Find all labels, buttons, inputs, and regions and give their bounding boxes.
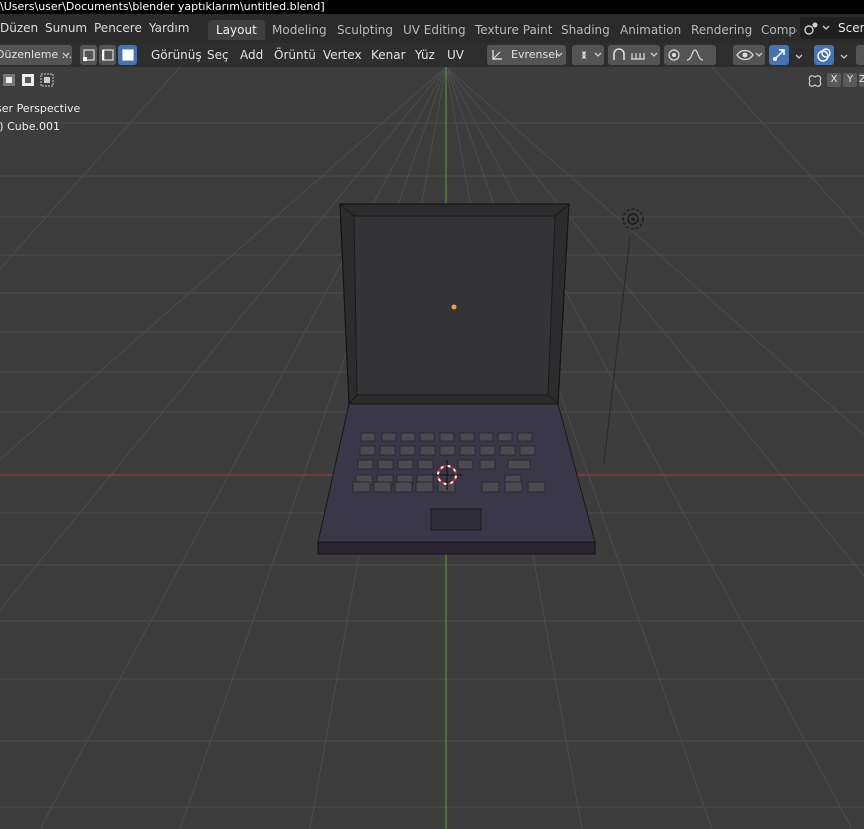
mirror-y-toggle[interactable]: Y [843, 73, 857, 87]
viewport-header: Düzenleme ... Görünüş Seç Add Örüntü Ver… [0, 43, 864, 67]
chevron-down-icon [555, 52, 563, 57]
viewport-scene [0, 67, 864, 829]
tab-shading[interactable]: Shading [553, 20, 618, 40]
proportional-edit-button[interactable] [664, 45, 716, 65]
chevron-down-icon [594, 52, 602, 57]
view-name-label: User Perspective [0, 102, 81, 115]
overlay-icon [817, 48, 831, 62]
tab-uv-editing[interactable]: UV Editing [395, 20, 474, 40]
face-select-button[interactable] [118, 45, 137, 65]
select-subtract-icon[interactable] [40, 73, 54, 87]
chevron-down-icon [822, 25, 830, 30]
menu-edit[interactable]: Düzen [0, 14, 38, 43]
select-new-icon[interactable] [2, 73, 16, 87]
gizmo-toggle-button[interactable] [769, 45, 789, 65]
pivot-point-button[interactable] [572, 45, 604, 65]
window-title-bar: \Users\user\Documents\blender yaptıkları… [0, 0, 864, 14]
visibility-icon [736, 49, 754, 61]
menu-view[interactable]: Görünüş [151, 43, 202, 67]
tab-texture-paint[interactable]: Texture Paint [467, 20, 560, 40]
gizmo-icon [773, 49, 785, 61]
3d-viewport[interactable]: User Perspective (1) Cube.001 X Y Z [0, 67, 864, 829]
snap-increment-icon [631, 53, 645, 60]
pivot-icon [581, 51, 587, 59]
menu-face[interactable]: Yüz [415, 43, 435, 67]
file-path-text: \Users\user\Documents\blender yaptıkları… [0, 0, 325, 13]
transform-orientation-label: Evrensel [511, 48, 559, 61]
vertex-select-button[interactable] [80, 45, 97, 65]
select-extend-icon[interactable] [21, 73, 35, 87]
menu-help[interactable]: Yardım [149, 14, 189, 43]
tab-sculpting[interactable]: Sculpting [329, 20, 401, 40]
menu-vertex[interactable]: Vertex [323, 43, 362, 67]
selection-mode-tools[interactable] [0, 71, 58, 89]
mode-dropdown[interactable]: Düzenleme ... [0, 45, 72, 65]
tab-animation[interactable]: Animation [612, 20, 689, 40]
face-select-icon [122, 49, 134, 61]
laptop-mesh [317, 203, 596, 555]
xray-toggle-button[interactable] [856, 45, 864, 65]
proportional-edit-icon [668, 49, 680, 61]
edge-select-button[interactable] [99, 45, 116, 65]
touchpad [430, 508, 482, 531]
menu-window[interactable]: Pencere [94, 14, 142, 43]
visibility-button[interactable] [733, 45, 765, 65]
gizmo-options-chevron-icon[interactable] [795, 54, 803, 60]
object-origin [451, 304, 457, 310]
menu-select[interactable]: Seç [207, 43, 229, 67]
chevron-down-icon [650, 52, 658, 57]
transform-orientation-dropdown[interactable]: Evrensel [487, 45, 566, 65]
tab-rendering[interactable]: Rendering [683, 20, 760, 40]
menu-add[interactable]: Add [240, 43, 263, 67]
tab-modeling[interactable]: Modeling [264, 20, 335, 40]
edge-select-icon [102, 49, 114, 61]
menu-uv[interactable]: UV [447, 43, 464, 67]
tab-layout[interactable]: Layout [208, 20, 265, 40]
menu-edge[interactable]: Kenar [371, 43, 406, 67]
chevron-down-icon [755, 52, 763, 57]
snap-button[interactable] [608, 45, 660, 65]
scene-selector[interactable]: Scen [800, 17, 864, 39]
falloff-icon [686, 49, 704, 61]
scene-icon [804, 22, 818, 35]
overlay-toggle-button[interactable] [814, 45, 834, 65]
scene-name: Scen [838, 21, 864, 35]
mirror-x-toggle[interactable]: X [827, 73, 841, 87]
vertex-select-icon [83, 49, 95, 61]
chevron-down-icon [62, 52, 70, 57]
mirror-z-toggle[interactable]: Z [859, 73, 864, 87]
menu-render[interactable]: Sunum [45, 14, 87, 43]
top-menu-bar: Düzen Sunum Pencere Yardım Layout Modeli… [0, 14, 864, 43]
tab-compositing[interactable]: Compo [753, 20, 797, 40]
active-object-label: (1) Cube.001 [0, 120, 60, 133]
overlay-options-chevron-icon[interactable] [840, 54, 848, 60]
menu-mesh[interactable]: Örüntü [274, 43, 316, 67]
transform-orientation-icon [492, 50, 502, 60]
mirror-butterfly-icon[interactable] [808, 74, 822, 88]
snap-icon [613, 48, 625, 60]
